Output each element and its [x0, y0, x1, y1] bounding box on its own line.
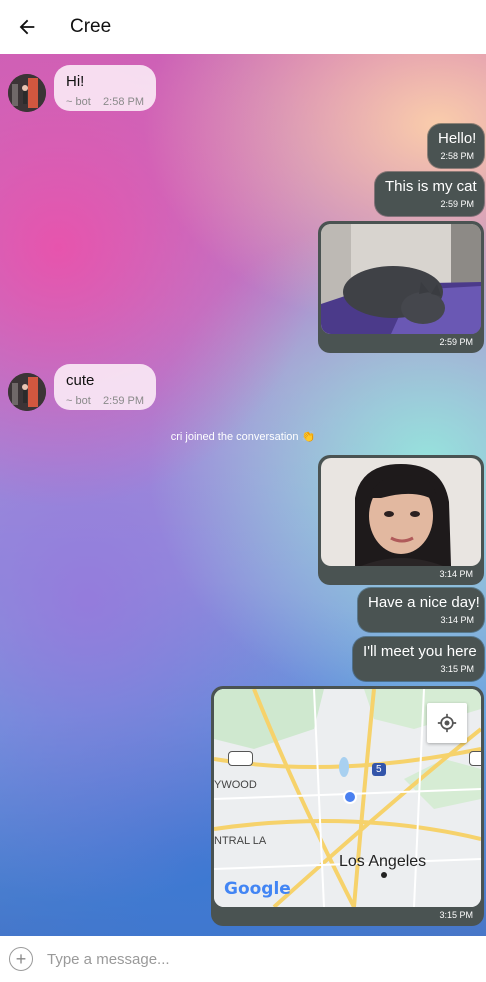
message-text: cute	[66, 372, 95, 389]
message-time: 2:58 PM	[440, 151, 474, 161]
bot-avatar	[8, 74, 46, 112]
locate-button[interactable]	[427, 703, 467, 743]
location-map[interactable]: 101 5 110 YWOOD NTRAL LA Los Angeles Goo…	[214, 689, 481, 907]
conversation-title: Cree	[70, 16, 112, 37]
highway-shield-101: 101	[228, 751, 253, 766]
message-sender: ~ bot	[66, 395, 91, 407]
message-time: 3:15 PM	[439, 910, 473, 920]
back-button[interactable]	[0, 0, 54, 54]
plus-icon: +	[15, 949, 27, 969]
image-message[interactable]: 3:14 PM	[318, 455, 484, 585]
arrow-left-icon	[19, 19, 35, 35]
add-attachment-button[interactable]: +	[9, 947, 33, 971]
cat-photo	[321, 224, 481, 334]
message-time: 3:15 PM	[440, 664, 474, 674]
system-message: cri joined the conversation 👏	[170, 431, 316, 443]
message-time: 3:14 PM	[439, 569, 473, 579]
message-sender: ~ bot	[66, 96, 91, 108]
map-city-label: Los Angeles	[339, 853, 427, 870]
message-time: 2:59 PM	[439, 337, 473, 347]
message-text: I'll meet you here	[363, 643, 477, 660]
map-message[interactable]: 101 5 110 YWOOD NTRAL LA Los Angeles Goo…	[211, 686, 484, 926]
message-text: Have a nice day!	[368, 594, 480, 611]
bot-message: cute ~ bot 2:59 PM	[54, 364, 156, 410]
my-message: Have a nice day! 3:14 PM	[358, 588, 484, 632]
map-label-central-la: NTRAL LA	[214, 835, 267, 847]
message-time: 2:59 PM	[440, 199, 474, 209]
highway-shield-110: 110	[469, 751, 481, 766]
message-text: Hi!	[66, 73, 85, 90]
map-label-hollywood: YWOOD	[214, 779, 257, 791]
image-message[interactable]: 2:59 PM	[318, 221, 484, 353]
my-message: I'll meet you here 3:15 PM	[353, 637, 484, 681]
bot-message: Hi! ~ bot 2:58 PM	[54, 65, 156, 111]
message-composer: +	[0, 936, 486, 982]
google-logo: Google	[224, 879, 291, 899]
my-message: This is my cat 2:59 PM	[375, 172, 484, 216]
message-time: 3:14 PM	[440, 615, 474, 625]
message-time: 2:59 PM	[103, 395, 144, 407]
message-text: This is my cat	[385, 178, 477, 195]
app-header: Cree	[0, 0, 486, 54]
chat-area[interactable]: Hi! ~ bot 2:58 PM Hello! 2:58 PM This is…	[0, 54, 486, 936]
crosshair-icon	[437, 713, 457, 733]
portrait-photo	[321, 458, 481, 566]
bot-avatar	[8, 373, 46, 411]
highway-shield-5: 5	[372, 763, 386, 776]
message-input[interactable]	[45, 949, 449, 969]
my-message: Hello! 2:58 PM	[428, 124, 484, 168]
message-text: Hello!	[438, 130, 477, 147]
message-time: 2:58 PM	[103, 96, 144, 108]
